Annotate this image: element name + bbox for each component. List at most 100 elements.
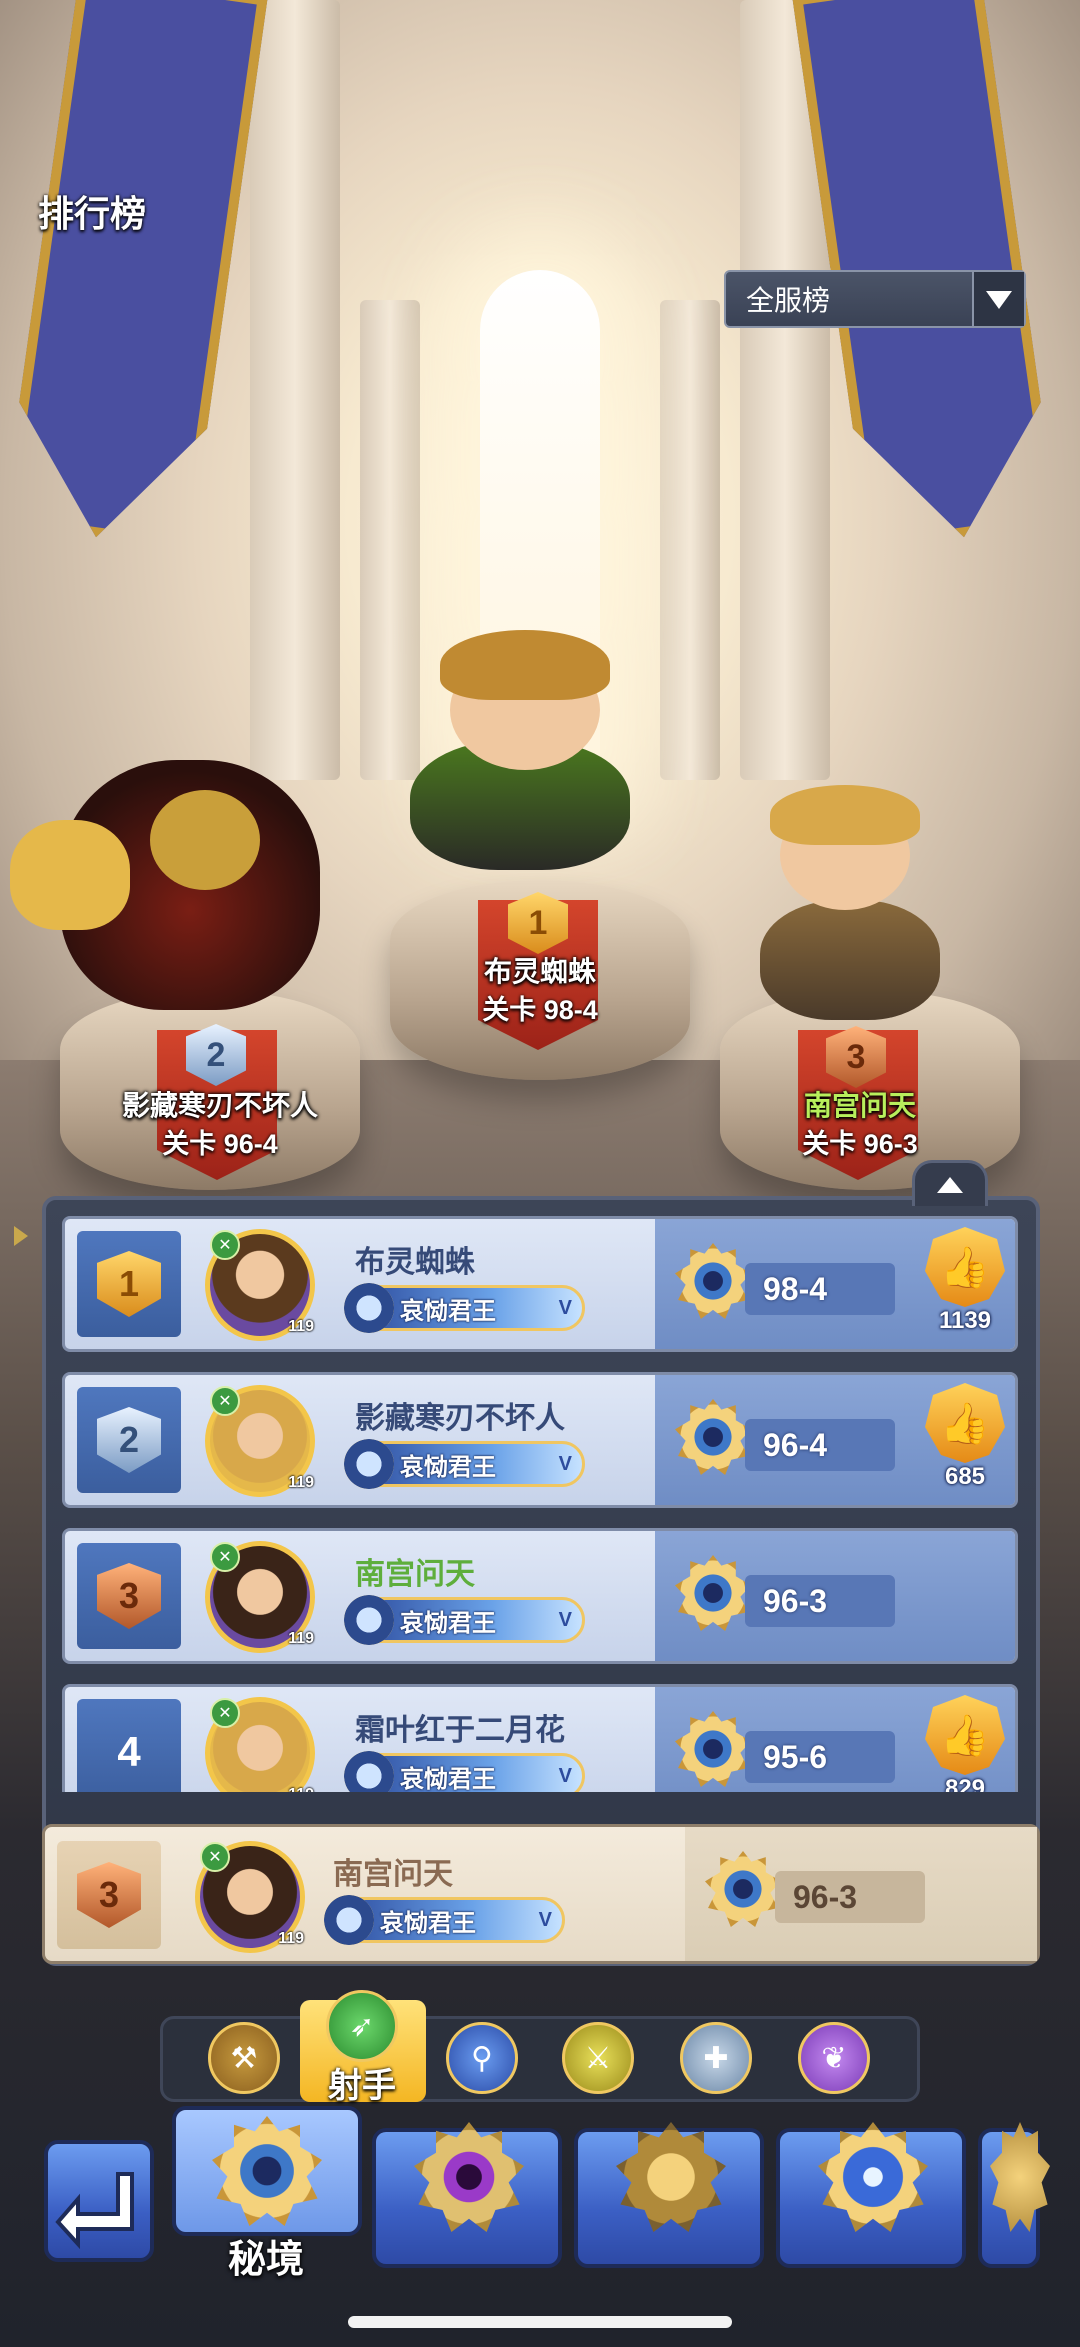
server-scope-dropdown[interactable]: 全服榜 xyxy=(724,270,1026,328)
star-emblem-icon xyxy=(818,2122,928,2232)
podium-second-name: 影藏寒刃不坏人 xyxy=(121,1090,318,1121)
row-stats: 98-4 👍 1139 xyxy=(655,1219,1015,1349)
secret-realm-icon xyxy=(675,1243,751,1319)
page-title: 排行榜 xyxy=(38,193,147,234)
row-stats: 96-3 xyxy=(655,1531,1015,1661)
thumbs-up-icon[interactable]: 👍 xyxy=(925,1383,1005,1463)
player-level: 119 xyxy=(288,1318,314,1335)
player-level: 119 xyxy=(278,1930,304,1947)
chevron-up-icon xyxy=(937,1176,963,1193)
stage-value: 96-3 xyxy=(745,1575,895,1627)
ranking-row[interactable]: 4 ✕ 119 霜叶红于二月花 哀恸君王 V 95-6 👍 829 xyxy=(62,1684,1018,1792)
avatar[interactable]: ✕ 119 xyxy=(205,1229,315,1341)
rank-box: 1 xyxy=(77,1231,181,1337)
player-level: 119 xyxy=(288,1786,314,1792)
nav-tab-3[interactable] xyxy=(574,2122,764,2268)
secret-realm-icon xyxy=(675,1555,751,1631)
rank-box: 2 xyxy=(77,1387,181,1493)
title-tier: V xyxy=(558,1452,572,1475)
class-badge-icon: ✕ xyxy=(210,1698,240,1728)
rank-gold-shield: 1 xyxy=(97,1251,161,1317)
title-plate: 哀恸君王 V xyxy=(344,1751,585,1793)
chevron-down-icon[interactable] xyxy=(972,272,1024,326)
wing-icon[interactable]: ❦ xyxy=(798,2022,870,2094)
like-count: 1139 xyxy=(938,1307,992,1334)
rank-box: 3 xyxy=(77,1543,181,1649)
cross-icon[interactable]: ✚ xyxy=(680,2022,752,2094)
hero-hair xyxy=(770,785,920,845)
title-name: 哀恸君王 xyxy=(400,1453,496,1481)
ranking-list[interactable]: 1 ✕ 119 布灵蜘蛛 哀恸君王 V 98-4 👍 1139 2 ✕ 119 … xyxy=(62,1216,1018,1792)
secret-realm-icon xyxy=(705,1851,781,1927)
nav-tab-2[interactable] xyxy=(372,2122,562,2268)
podium-first-stage: 关卡 98-4 xyxy=(482,995,598,1025)
rank-box: 4 xyxy=(77,1699,181,1792)
title-plate: 哀恸君王 V xyxy=(344,1595,585,1645)
bow-icon[interactable]: ➶ xyxy=(326,1990,398,2062)
home-indicator[interactable] xyxy=(348,2316,732,2328)
title-crest-icon xyxy=(344,1283,394,1333)
title-name: 哀恸君王 xyxy=(400,1297,496,1325)
stage-value: 95-6 xyxy=(745,1731,895,1783)
rank-bronze-shield: 3 xyxy=(97,1563,161,1629)
dagger-icon[interactable]: ⚔ xyxy=(562,2022,634,2094)
class-badge-icon: ✕ xyxy=(200,1842,230,1872)
class-badge-icon: ✕ xyxy=(210,1542,240,1572)
tab-archer-label[interactable]: 射手 xyxy=(300,2058,424,2107)
nav-secret-realm[interactable] xyxy=(172,2106,362,2236)
rank-number: 4 xyxy=(117,1728,141,1775)
pillar xyxy=(660,300,720,780)
thumbs-up-icon[interactable]: 👍 xyxy=(925,1695,1005,1775)
row-stats: 96-4 👍 685 xyxy=(655,1375,1015,1505)
title-tier: V xyxy=(538,1908,552,1931)
my-ranking-row[interactable]: 3 ✕ 119 南宫问天 哀恸君王 V 96-3 xyxy=(42,1824,1040,1964)
rank-silver-shield: 2 xyxy=(97,1407,161,1473)
title-crest-icon xyxy=(344,1595,394,1645)
class-badge-icon: ✕ xyxy=(210,1386,240,1416)
title-name: 哀恸君王 xyxy=(380,1909,476,1937)
row-stats: 96-3 xyxy=(685,1827,1037,1961)
stage-value: 98-4 xyxy=(745,1263,895,1315)
title-tier: V xyxy=(558,1764,572,1787)
title-tier: V xyxy=(558,1608,572,1631)
ranking-row[interactable]: 2 ✕ 119 影藏寒刃不坏人 哀恸君王 V 96-4 👍 685 xyxy=(62,1372,1018,1508)
title-plate: 哀恸君王 V xyxy=(324,1895,565,1945)
ranking-row[interactable]: 1 ✕ 119 布灵蜘蛛 哀恸君王 V 98-4 👍 1139 xyxy=(62,1216,1018,1352)
player-name: 霜叶红于二月花 xyxy=(355,1714,565,1747)
title-name: 哀恸君王 xyxy=(400,1609,496,1637)
title-crest-icon xyxy=(344,1751,394,1792)
title-crest-icon xyxy=(324,1895,374,1945)
nav-tab-4[interactable] xyxy=(776,2122,966,2268)
stage-value: 96-3 xyxy=(775,1871,925,1923)
avatar[interactable]: ✕ 119 xyxy=(205,1697,315,1792)
hero-helmet xyxy=(150,790,260,890)
dropdown-label: 全服榜 xyxy=(746,285,831,316)
like-count: 685 xyxy=(944,1463,986,1490)
purple-gem-emblem-icon xyxy=(414,2122,524,2232)
title-name: 哀恸君王 xyxy=(400,1765,496,1793)
rank-bronze-shield: 3 xyxy=(77,1862,141,1928)
hero-hair xyxy=(440,630,610,700)
back-button[interactable] xyxy=(44,2140,154,2262)
rank-box: 3 xyxy=(57,1841,161,1949)
banner-left xyxy=(2,0,268,550)
podium-third-stage: 关卡 96-3 xyxy=(802,1129,918,1159)
nav-tab-5[interactable] xyxy=(978,2122,1050,2268)
ranking-row[interactable]: 3 ✕ 119 南宫问天 哀恸君王 V 96-3 xyxy=(62,1528,1018,1664)
podium-first-name: 布灵蜘蛛 xyxy=(483,956,596,987)
avatar[interactable]: ✕ 119 xyxy=(205,1385,315,1497)
player-level: 119 xyxy=(288,1630,314,1647)
axe-icon[interactable]: ⚒ xyxy=(208,2022,280,2094)
player-name: 南宫问天 xyxy=(333,1858,453,1891)
title-plate: 哀恸君王 V xyxy=(344,1283,585,1333)
secret-realm-emblem-icon xyxy=(212,2116,322,2226)
back-arrow-icon xyxy=(55,2172,134,2250)
collapse-panel-button[interactable] xyxy=(912,1160,988,1206)
thumbs-up-icon[interactable]: 👍 xyxy=(925,1227,1005,1307)
title-tier: V xyxy=(558,1296,572,1319)
hero-wing xyxy=(10,820,130,930)
staff-icon[interactable]: ⚲ xyxy=(446,2022,518,2094)
avatar[interactable]: ✕ 119 xyxy=(195,1841,305,1953)
like-count: 829 xyxy=(944,1775,986,1792)
avatar[interactable]: ✕ 119 xyxy=(205,1541,315,1653)
